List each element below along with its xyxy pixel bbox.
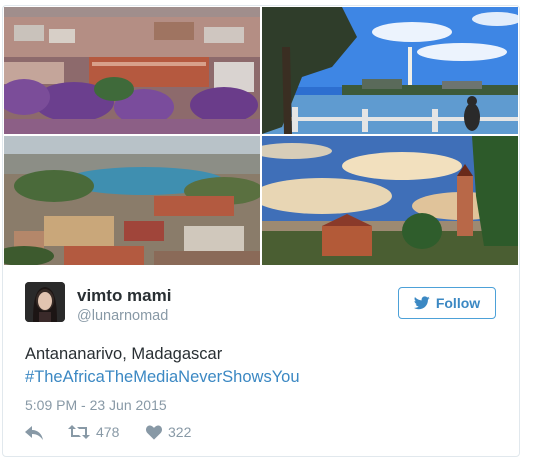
photo-city-jacaranda[interactable] bbox=[4, 7, 260, 134]
timestamp[interactable]: 5:09 PM - 23 Jun 2015 bbox=[25, 397, 167, 413]
retweet-count: 478 bbox=[96, 424, 120, 440]
hashtag-link[interactable]: #TheAfricaTheMediaNeverShowsYou bbox=[25, 366, 300, 389]
twitter-bird-icon bbox=[413, 296, 430, 310]
follow-label: Follow bbox=[435, 295, 481, 311]
retweet-icon bbox=[68, 425, 90, 439]
photo-city-lake-overview[interactable] bbox=[4, 136, 260, 265]
follow-button[interactable]: Follow bbox=[398, 287, 496, 319]
tweet-card: vimto mami @lunarnomad Follow Antananari… bbox=[2, 5, 520, 457]
avatar[interactable] bbox=[25, 282, 65, 322]
reply-icon bbox=[25, 426, 43, 440]
reply-button[interactable] bbox=[25, 426, 43, 440]
heart-icon bbox=[146, 424, 162, 440]
photo-palace-hill[interactable] bbox=[262, 136, 518, 265]
tweet-text: Antananarivo, Madagascar bbox=[25, 345, 223, 363]
user-handle[interactable]: @lunarnomad bbox=[77, 308, 168, 324]
media-grid bbox=[4, 7, 518, 265]
like-count: 322 bbox=[168, 424, 192, 440]
display-name[interactable]: vimto mami bbox=[77, 286, 171, 306]
photo-lake-monument[interactable] bbox=[262, 7, 518, 134]
retweet-button[interactable]: 478 bbox=[68, 424, 119, 440]
like-button[interactable]: 322 bbox=[146, 424, 191, 440]
